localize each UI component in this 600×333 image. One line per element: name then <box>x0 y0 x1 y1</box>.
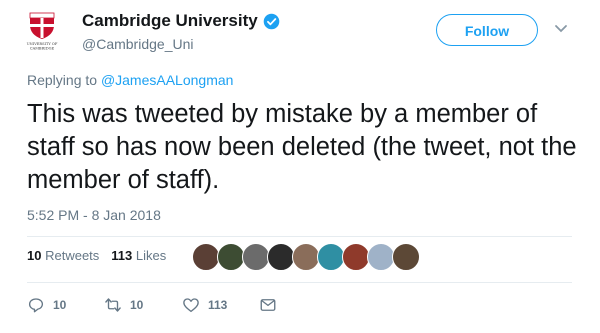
reply-count: 10 <box>53 298 67 312</box>
logo-wordmark-line-2: CAMBRIDGE <box>30 47 55 51</box>
liker-avatar[interactable] <box>367 243 395 271</box>
liker-avatar[interactable] <box>217 243 245 271</box>
account-name-row[interactable]: Cambridge University <box>82 11 280 31</box>
tweet-timestamp[interactable]: 5:52 PM - 8 Jan 2018 <box>27 207 161 223</box>
likes-stat[interactable]: 113 Likes <box>111 248 166 263</box>
liker-avatar[interactable] <box>242 243 270 271</box>
logo-wordmark-line-1: UNIVERSITY OF <box>27 42 58 46</box>
cambridge-crest-logo: UNIVERSITY OF CAMBRIDGE <box>27 12 58 51</box>
liker-avatar[interactable] <box>192 243 220 271</box>
tweet-text: This was tweeted by mistake by a member … <box>27 100 577 194</box>
engagement-stats: 10 Retweets 113 Likes <box>27 248 166 263</box>
follow-button[interactable]: Follow <box>436 14 538 46</box>
liker-avatar[interactable] <box>342 243 370 271</box>
direct-message-action[interactable] <box>259 296 277 314</box>
retweet-action[interactable]: 10 <box>104 296 143 314</box>
retweets-stat[interactable]: 10 Retweets <box>27 248 99 263</box>
like-action[interactable]: 113 <box>182 296 227 314</box>
reply-action[interactable]: 10 <box>27 296 66 314</box>
replying-to-line: Replying to @JamesAALongman <box>27 72 233 88</box>
liker-avatars <box>192 243 452 271</box>
liker-avatar[interactable] <box>317 243 345 271</box>
verified-badge-icon <box>263 13 280 29</box>
retweets-label: Retweets <box>45 248 100 263</box>
reply-mention-link[interactable]: @JamesAALongman <box>101 72 234 88</box>
divider-bottom <box>27 282 572 283</box>
tweet-actions: 10 10 113 <box>27 296 327 316</box>
likes-label: Likes <box>135 248 167 263</box>
account-handle[interactable]: @Cambridge_Uni <box>82 36 193 52</box>
like-count: 113 <box>208 298 228 312</box>
reply-icon <box>28 298 44 313</box>
retweet-icon <box>105 298 121 312</box>
divider-top <box>27 236 572 237</box>
liker-avatar[interactable] <box>292 243 320 271</box>
retweet-count: 10 <box>130 298 144 312</box>
likes-count: 113 <box>111 248 133 263</box>
replying-to-prefix: Replying to <box>27 72 101 88</box>
liker-avatar[interactable] <box>392 243 420 271</box>
liker-avatar[interactable] <box>267 243 295 271</box>
chevron-down-icon[interactable] <box>554 24 568 34</box>
like-icon <box>183 298 199 313</box>
account-name[interactable]: Cambridge University <box>82 11 258 31</box>
retweets-count: 10 <box>27 248 42 263</box>
message-icon <box>260 299 276 311</box>
